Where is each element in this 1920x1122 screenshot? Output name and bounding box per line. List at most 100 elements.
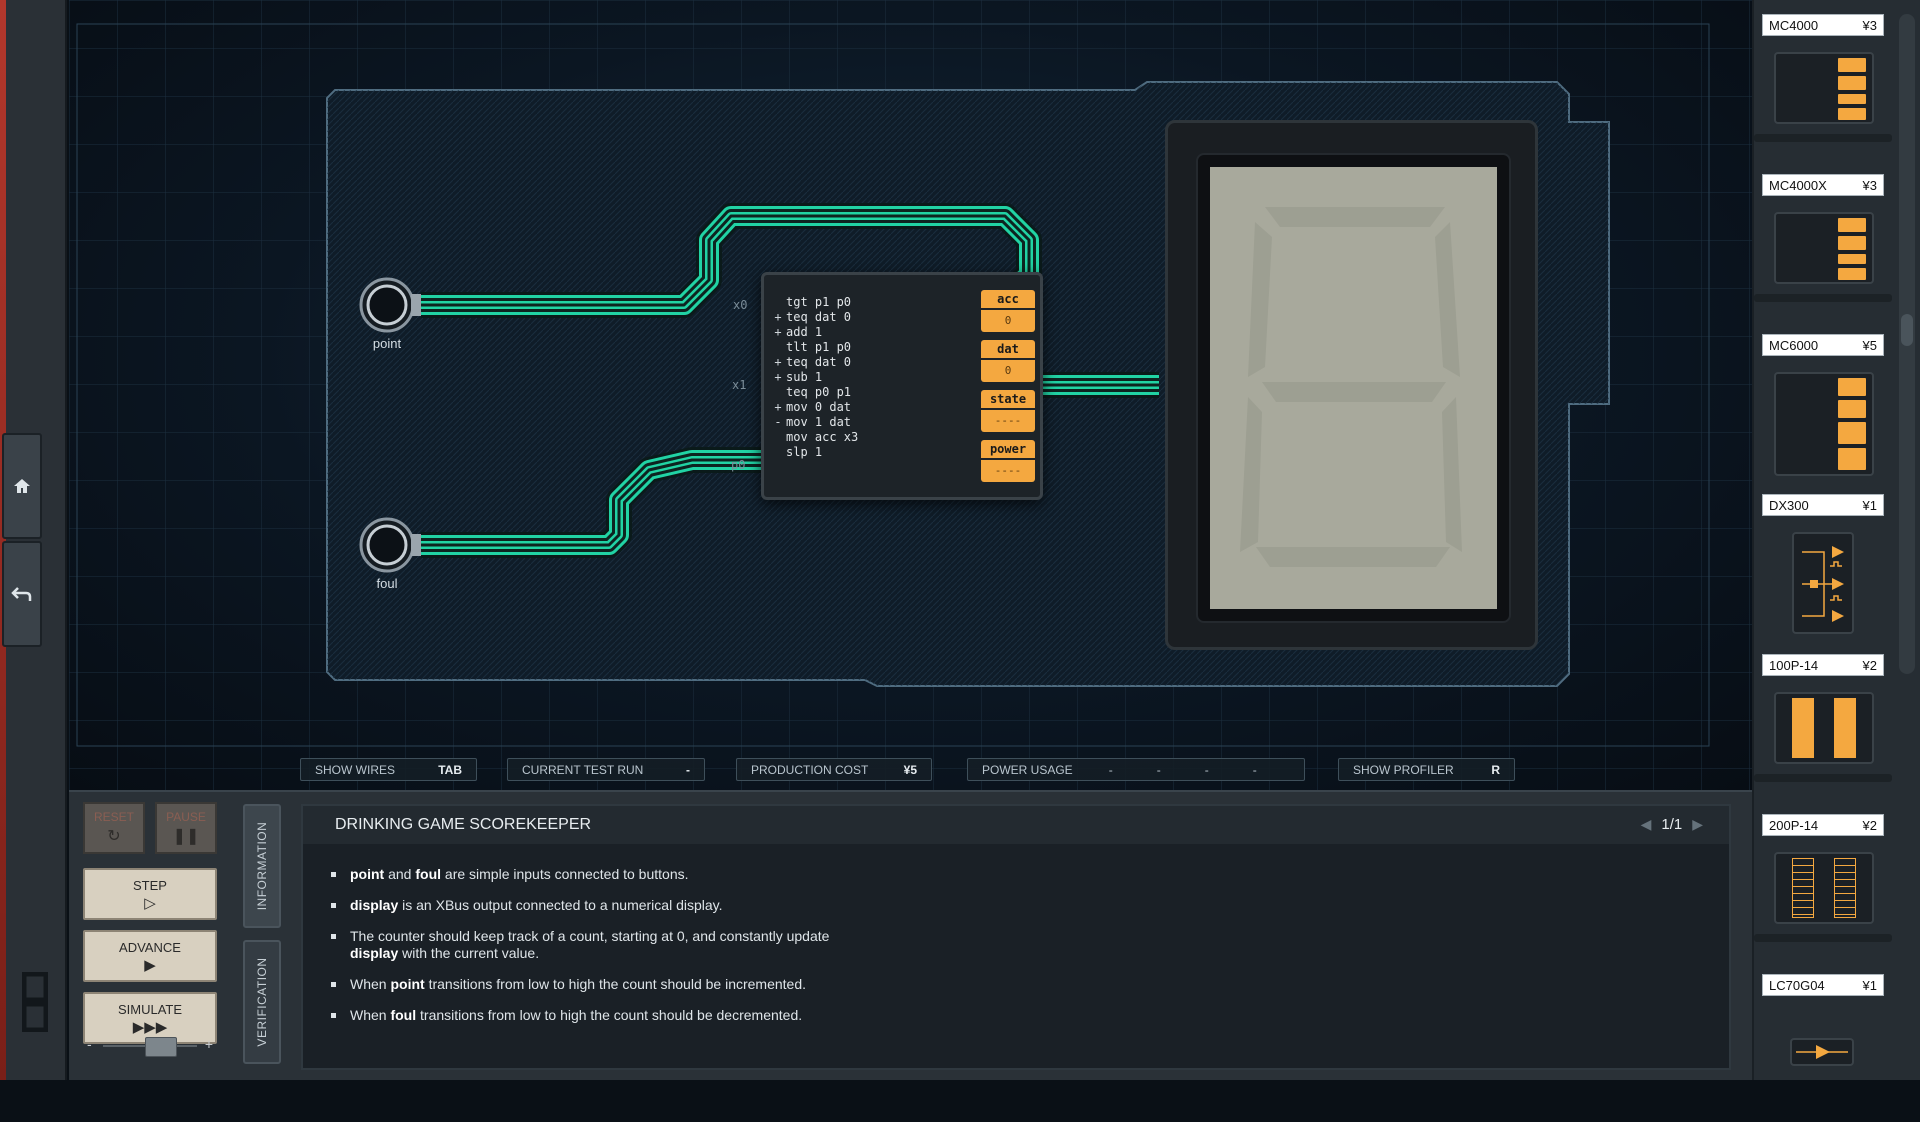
parts-scrollbar[interactable] — [1899, 14, 1915, 674]
home-button[interactable] — [2, 433, 42, 539]
code-line: - mov 1 dat — [774, 415, 852, 429]
part-name: 200P-14 — [1769, 817, 1819, 833]
code-line: teq p0 p1 — [786, 385, 852, 399]
show-profiler-toggle[interactable]: SHOW PROFILER R — [1338, 758, 1515, 781]
part-cost: ¥2 — [1862, 817, 1877, 833]
port-x0-label: x0 — [733, 298, 748, 312]
parts-palette: MC4000 ¥3 MC4000X ¥3 MC6000 ¥5 DX300 ¥1 100P… — [1752, 0, 1920, 1080]
status-bar: SHOW WIRES TAB CURRENT TEST RUN - PRODUCTI… — [69, 754, 1752, 784]
part-cost: ¥2 — [1862, 657, 1877, 673]
power-usage: POWER USAGE - - - - — [967, 758, 1305, 781]
spec-item: display is an XBus output connected to a… — [327, 897, 1527, 914]
part-mc4000x[interactable]: MC4000X ¥3 — [1754, 174, 1892, 322]
part-cost: ¥1 — [1862, 497, 1877, 513]
undo-icon — [11, 587, 32, 601]
code-line: + teq dat 0 — [774, 310, 852, 324]
reset-icon: ↻ — [107, 828, 121, 845]
spec-list: point and foul are simple inputs connect… — [327, 866, 1527, 1038]
ram-200p-icon — [1774, 852, 1874, 924]
register-power: power ---- — [981, 440, 1035, 482]
reset-button[interactable]: RESET ↻ — [83, 802, 145, 854]
display-screen — [1210, 167, 1497, 609]
bottom-panel: RESET ↻ PAUSE ❚❚ STEP ▷ ADVANCE ▶ SIMULATE ▶▶… — [69, 790, 1752, 1080]
code-line: tlt p1 p0 — [786, 340, 852, 354]
show-wires-toggle[interactable]: SHOW WIRES TAB — [300, 758, 477, 781]
logic-gate-icon — [1790, 1038, 1854, 1066]
tab-information[interactable]: INFORMATION — [243, 804, 281, 928]
part-name: MC4000X — [1769, 177, 1827, 193]
ram-100p-icon — [1774, 692, 1874, 764]
undo-button[interactable] — [2, 541, 42, 647]
step-icon: ▷ — [144, 895, 156, 912]
pause-button[interactable]: PAUSE ❚❚ — [155, 802, 217, 854]
part-name: LC70G04 — [1769, 977, 1825, 993]
part-name: DX300 — [1769, 497, 1809, 513]
part-name: 100P-14 — [1769, 657, 1819, 673]
port-p0-label: p0 — [731, 458, 746, 472]
code-line: slp 1 — [786, 445, 823, 459]
current-test-run: CURRENT TEST RUN - — [507, 758, 705, 781]
circuit-board: point foul x0 x1 p0 p1 x3 x2 tgt p1 p0 +… — [69, 0, 1752, 790]
part-cost: ¥1 — [1862, 977, 1877, 993]
display-bezel — [1196, 153, 1511, 623]
part-cost: ¥3 — [1862, 177, 1877, 193]
part-name: MC6000 — [1769, 337, 1819, 353]
part-name: MC4000 — [1769, 17, 1819, 33]
part-cost: ¥5 — [1862, 337, 1877, 353]
code-line: + teq dat 0 — [774, 355, 852, 369]
input-foul-label: foul — [376, 576, 398, 591]
red-edge-stripe — [0, 0, 6, 1080]
spec-item: When point transitions from low to high … — [327, 976, 1527, 993]
pause-icon: ❚❚ — [172, 828, 200, 845]
part-mc4000[interactable]: MC4000 ¥3 — [1754, 14, 1892, 162]
spec-item: When foul transitions from low to high t… — [327, 1007, 1527, 1024]
dx300-chip-icon — [1792, 532, 1854, 634]
game-logo-icon — [21, 971, 49, 1033]
information-panel: DRINKING GAME SCOREKEEPER ◀ 1/1 ▶ point … — [301, 804, 1731, 1070]
seven-segment-ghost — [1240, 207, 1462, 567]
part-100p-14[interactable]: 100P-14 ¥2 — [1754, 654, 1892, 802]
info-pager: ◀ 1/1 ▶ — [1641, 816, 1703, 833]
mc4000-chip-icon — [1774, 52, 1874, 124]
register-acc: acc 0 — [981, 290, 1035, 332]
part-200p-14[interactable]: 200P-14 ¥2 — [1754, 814, 1892, 962]
input-point-label: point — [372, 336, 402, 351]
step-button[interactable]: STEP ▷ — [83, 868, 217, 920]
mc6000-chip[interactable]: tgt p1 p0 + teq dat 0 + add 1 tlt p1 p0 + t… — [761, 272, 1043, 500]
speed-minus-button[interactable]: - — [87, 1036, 92, 1052]
left-toolbar — [0, 0, 67, 1080]
puzzle-title: DRINKING GAME SCOREKEEPER — [335, 816, 592, 833]
part-mc6000[interactable]: MC6000 ¥5 — [1762, 334, 1884, 482]
home-icon — [14, 479, 30, 493]
port-x1-label: x1 — [732, 378, 747, 392]
production-cost: PRODUCTION COST ¥5 — [736, 758, 932, 781]
parts-scrollbar-thumb[interactable] — [1901, 314, 1913, 346]
code-line: + sub 1 — [774, 370, 823, 384]
part-dx300[interactable]: DX300 ¥1 — [1762, 494, 1884, 642]
info-header: DRINKING GAME SCOREKEEPER ◀ 1/1 ▶ — [303, 806, 1729, 844]
part-lc70g04[interactable]: LC70G04 ¥1 — [1762, 974, 1884, 1122]
advance-icon: ▶ — [144, 957, 156, 974]
spec-item: point and foul are simple inputs connect… — [327, 866, 1527, 883]
page-indicator: 1/1 — [1661, 816, 1683, 833]
advance-button[interactable]: ADVANCE ▶ — [83, 930, 217, 982]
mc6000-chip-icon — [1774, 372, 1874, 476]
tab-verification[interactable]: VERIFICATION — [243, 940, 281, 1064]
code-line: mov acc x3 — [786, 430, 859, 444]
code-line: + add 1 — [774, 325, 823, 339]
code-editor[interactable]: tgt p1 p0 + teq dat 0 + add 1 tlt p1 p0 + t… — [770, 295, 910, 460]
next-page-icon[interactable]: ▶ — [1692, 816, 1703, 833]
register-state: state ---- — [981, 390, 1035, 432]
code-line: tgt p1 p0 — [786, 295, 852, 309]
speed-plus-button[interactable]: + — [205, 1036, 213, 1052]
speed-slider[interactable]: - + — [83, 1036, 217, 1057]
simulate-icon: ▶▶▶ — [132, 1019, 168, 1036]
register-dat: dat 0 — [981, 340, 1035, 382]
spec-item: The counter should keep track of a count… — [327, 928, 1527, 962]
prev-page-icon[interactable]: ◀ — [1641, 816, 1652, 833]
speed-slider-knob[interactable] — [145, 1037, 177, 1057]
part-cost: ¥3 — [1862, 17, 1877, 33]
code-line: + mov 0 dat — [774, 400, 852, 414]
numeric-display — [1165, 120, 1538, 650]
mc4000x-chip-icon — [1774, 212, 1874, 284]
